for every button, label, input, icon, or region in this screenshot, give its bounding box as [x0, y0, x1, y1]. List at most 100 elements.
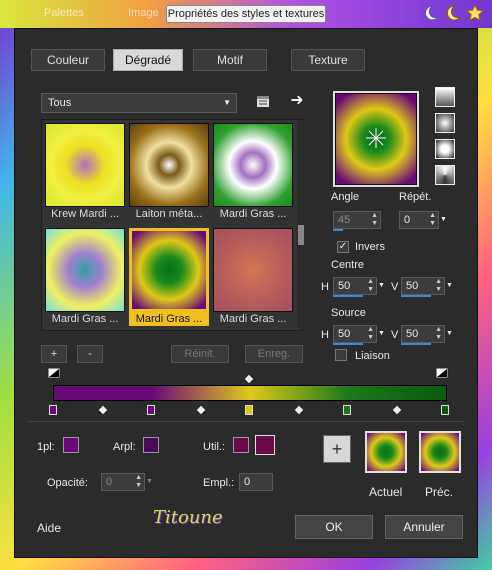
midpoint-marker[interactable] [98, 405, 108, 415]
gradient-category-select[interactable]: Tous ▼ [41, 93, 237, 113]
star-icon[interactable] [465, 3, 485, 22]
previous-gradient-swatch[interactable] [419, 431, 461, 473]
gradient-thumb-label: Krew Mardi ... [51, 208, 119, 220]
user-swatch-2[interactable] [255, 435, 275, 455]
gradient-thumb-1[interactable]: Krew Mardi ... [45, 123, 125, 221]
window-title-bar: Palettes Image Propriétés des styles et … [0, 0, 492, 28]
angle-slider[interactable] [333, 229, 343, 231]
dialog-body: Couleur Dégradé Motif Texture Tous ▼ ➜ K… [14, 28, 478, 558]
center-v-label: V [391, 281, 399, 293]
center-h-value: 50 [338, 280, 351, 292]
moon-alt-icon[interactable] [444, 4, 462, 22]
midpoint-marker[interactable] [392, 405, 402, 415]
chevron-down-icon[interactable]: ▼ [146, 474, 156, 490]
opacity-label: Opacité: [47, 477, 88, 489]
tab-texture[interactable]: Texture [291, 49, 365, 71]
center-h-label: H [321, 281, 329, 293]
tab-degrade[interactable]: Dégradé [113, 49, 183, 71]
angle-value: 45 [338, 214, 351, 226]
angle-field[interactable]: 45 ▲ ▼ [333, 211, 381, 229]
source-v-field[interactable]: 50 ▲ ▼ ▼ [401, 325, 453, 343]
gradient-thumb-5[interactable]: Mardi Gras ... [129, 228, 209, 326]
gradient-gallery: Krew Mardi ... Laiton méta... Mardi Gras… [41, 119, 303, 331]
source-h-value: 50 [338, 328, 351, 340]
scrollbar-thumb[interactable] [298, 225, 304, 245]
spin-arrows-icon[interactable]: ▲ ▼ [135, 474, 142, 490]
moon-icon[interactable] [422, 4, 440, 22]
divider [27, 421, 465, 422]
save-button[interactable]: Enreg. [245, 345, 303, 363]
stop-marker-4[interactable] [343, 405, 351, 415]
spin-arrows-icon[interactable]: ▲ ▼ [367, 278, 374, 294]
chevron-down-icon[interactable]: ▼ [378, 278, 388, 294]
current-gradient-swatch [365, 431, 407, 473]
user-swatch-1[interactable] [233, 437, 249, 453]
gradient-thumb-3[interactable]: Mardi Gras ... [213, 123, 293, 221]
linear-style-icon[interactable] [435, 87, 455, 107]
signature-logo: Titoune [153, 507, 223, 528]
gradient-thumb-2[interactable]: Laiton méta... [129, 123, 209, 221]
link-checkbox[interactable] [335, 349, 347, 361]
location-value: 0 [244, 476, 251, 488]
fg-swatch[interactable] [63, 437, 79, 453]
gradient-thumb-4[interactable]: Mardi Gras ... [45, 228, 125, 326]
cancel-button[interactable]: Annuler [385, 515, 463, 539]
gradient-thumb-label: Mardi Gras ... [51, 313, 119, 325]
bg-color-marker-icon[interactable] [435, 367, 451, 381]
add-gradient-button[interactable]: + [41, 345, 67, 363]
chevron-down-icon[interactable]: ▼ [440, 212, 450, 228]
reset-button[interactable]: Réinit. [171, 345, 229, 363]
gallery-scrollbar[interactable] [297, 121, 305, 327]
help-link[interactable]: Aide [37, 521, 61, 535]
rectangular-style-icon[interactable] [435, 113, 455, 133]
gradient-thumb-6[interactable]: Mardi Gras ... [213, 228, 293, 326]
center-h-field[interactable]: 50 ▲ ▼ ▼ [333, 277, 385, 295]
stop-marker-1[interactable] [49, 405, 57, 415]
file-manager-icon[interactable] [253, 93, 273, 113]
gradient-bar[interactable] [53, 385, 447, 401]
center-h-slider[interactable] [333, 295, 363, 297]
opacity-midpoint-marker[interactable] [244, 374, 254, 384]
remove-gradient-button[interactable]: - [77, 345, 103, 363]
ok-button[interactable]: OK [295, 515, 373, 539]
spin-arrows-icon[interactable]: ▲ ▼ [367, 326, 374, 342]
center-v-slider[interactable] [401, 295, 431, 297]
midpoint-marker[interactable] [196, 405, 206, 415]
sunburst-style-icon[interactable] [435, 165, 455, 185]
fg-label: 1pl: [37, 441, 55, 453]
opacity-field[interactable]: 0 ▲ ▼ ▼ [101, 473, 153, 491]
spin-arrows-icon[interactable]: ▲ ▼ [429, 212, 436, 228]
dialog-title: Propriétés des styles et textures [166, 5, 326, 23]
source-h-slider[interactable] [333, 343, 363, 345]
chevron-down-icon[interactable]: ▼ [378, 326, 388, 342]
spin-arrows-icon[interactable]: ▲ ▼ [435, 278, 442, 294]
gradient-preview[interactable] [333, 91, 419, 187]
gradient-thumb-label: Laiton méta... [135, 208, 203, 220]
arrow-right-icon[interactable]: ➜ [287, 91, 307, 111]
source-label: Source [331, 307, 366, 319]
bg-label: Arpl: [113, 441, 136, 453]
center-v-field[interactable]: 50 ▲ ▼ ▼ [401, 277, 453, 295]
fg-color-marker-icon[interactable] [47, 367, 63, 381]
source-h-field[interactable]: 50 ▲ ▼ ▼ [333, 325, 385, 343]
invert-checkbox[interactable]: ✓ [337, 241, 349, 253]
source-v-slider[interactable] [401, 343, 431, 345]
spin-arrows-icon[interactable]: ▲ ▼ [435, 326, 442, 342]
spin-arrows-icon[interactable]: ▲ ▼ [371, 212, 378, 228]
radial-style-icon[interactable] [435, 139, 455, 159]
repeat-field[interactable]: 0 ▲ ▼ ▼ [399, 211, 447, 229]
center-crosshair-icon[interactable] [365, 127, 387, 149]
location-field[interactable]: 0 [239, 473, 273, 491]
chevron-down-icon[interactable]: ▼ [446, 278, 456, 294]
stop-marker-3[interactable] [245, 405, 253, 415]
location-label: Empl.: [203, 477, 235, 489]
midpoint-marker[interactable] [294, 405, 304, 415]
stop-marker-5[interactable] [441, 405, 449, 415]
tab-couleur[interactable]: Couleur [31, 49, 105, 71]
tab-motif[interactable]: Motif [193, 49, 267, 71]
add-stop-button[interactable]: + [323, 435, 351, 463]
chevron-down-icon[interactable]: ▼ [446, 326, 456, 342]
bg-swatch[interactable] [143, 437, 159, 453]
source-v-label: V [391, 329, 399, 341]
stop-marker-2[interactable] [147, 405, 155, 415]
